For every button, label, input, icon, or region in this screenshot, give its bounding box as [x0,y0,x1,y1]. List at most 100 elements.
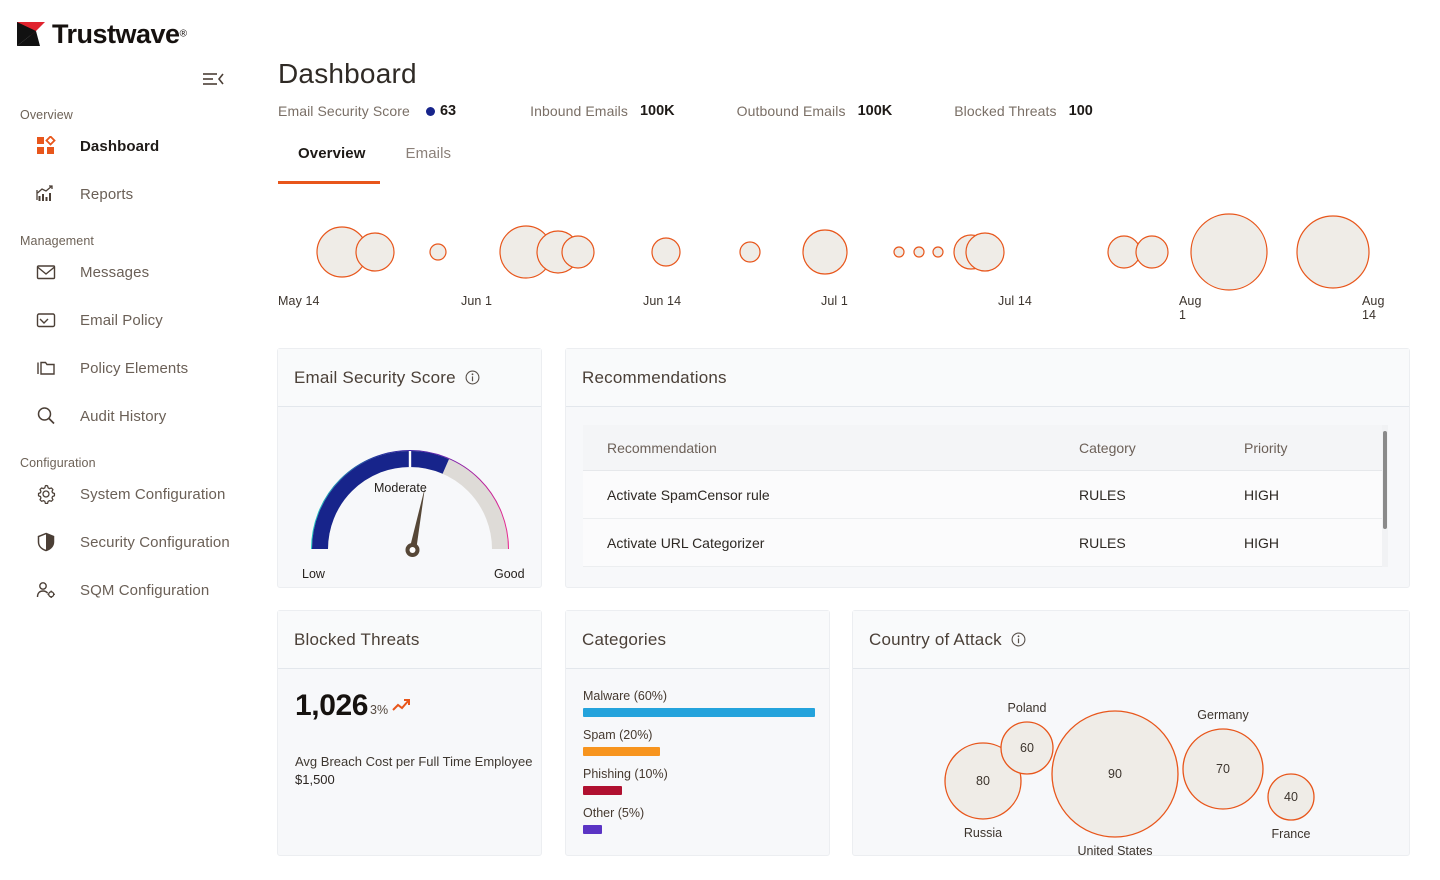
brand-name: Trustwave [52,19,180,49]
blocked-threats-count: 1,026 [295,689,368,723]
timeline-axis-label: Jun 1 [461,294,492,308]
card-header: Email Security Score [278,349,541,407]
kpi-label: Blocked Threats [954,103,1056,119]
column-header-recommendation: Recommendation [583,440,1079,456]
category-bar[interactable] [583,747,660,756]
category-label: Spam (20%) [583,728,815,742]
country-bubble-label: United States [1077,844,1152,855]
country-of-attack-card: Country of Attack 80Russia60Poland90Unit… [852,610,1410,856]
table-row[interactable]: Activate SpamCensor rule RULES HIGH [583,471,1388,519]
folder-icon [34,356,58,380]
card-title: Email Security Score [294,368,456,388]
gear-icon [34,482,58,506]
recommendations-table: Recommendation Category Priority Activat… [583,425,1388,567]
info-icon[interactable] [1011,632,1026,647]
email-security-score-card: Email Security Score [277,348,542,588]
blocked-threats-sub-value: $1,500 [295,772,335,787]
table-row[interactable]: Activate URL Categorizer RULES HIGH [583,519,1388,567]
kpi-email-security-score[interactable]: Email Security Score 63 [278,103,456,119]
page-title: Dashboard [278,58,417,90]
sidebar-item-sqm-configuration[interactable]: SQM Configuration [0,570,270,610]
sidebar-item-label: Security Configuration [80,534,230,551]
column-header-category: Category [1079,440,1244,456]
timeline-axis-label: Jul 14 [998,294,1032,308]
sidebar-item-policy-elements[interactable]: Policy Elements [0,348,270,388]
security-score-gauge [295,429,525,564]
sidebar-item-label: Dashboard [80,138,159,155]
timeline-bubble[interactable] [1191,214,1267,290]
category-label: Malware (60%) [583,689,815,703]
timeline-axis-label: Jun 14 [643,294,681,308]
category-bar[interactable] [583,825,602,834]
nav-group-configuration-label: Configuration [20,456,96,470]
cell-category: RULES [1079,487,1244,503]
timeline-bubble[interactable] [894,247,904,257]
country-bubble-value: 60 [1020,741,1034,755]
sidebar-item-audit-history[interactable]: Audit History [0,396,270,436]
categories-card: Categories Malware (60%) Spam (20%) Phishi… [565,610,830,856]
kpi-value: 100 [1069,103,1093,119]
blocked-threats-delta: 3% [370,703,388,717]
blocked-threats-subtitle: Avg Breach Cost per Full Time Employee [295,752,532,772]
sidebar-item-security-configuration[interactable]: Security Configuration [0,522,270,562]
info-icon[interactable] [465,370,480,385]
user-gear-icon [34,578,58,602]
search-icon [34,404,58,428]
brand-logo[interactable]: Trustwave® [16,20,187,48]
timeline-bubble[interactable] [1136,236,1168,268]
country-bubble-value: 70 [1216,762,1230,776]
table-scrollbar[interactable] [1382,425,1388,567]
timeline-axis-label: May 14 [278,294,320,308]
timeline-bubble[interactable] [356,233,394,271]
timeline-axis-label: Aug 14 [1362,294,1385,322]
kpi-inbound-emails[interactable]: Inbound Emails 100K [530,103,675,119]
category-bar[interactable] [583,708,815,717]
sidebar-item-system-configuration[interactable]: System Configuration [0,474,270,514]
tab-bar: Overview Emails [278,145,471,176]
timeline-bubble[interactable] [652,238,680,266]
kpi-blocked-threats[interactable]: Blocked Threats 100 [954,103,1093,119]
timeline-axis-label: Jul 1 [821,294,848,308]
cell-recommendation: Activate URL Categorizer [583,535,1079,551]
tab-emails[interactable]: Emails [386,145,472,176]
country-bubble-value: 40 [1284,790,1298,804]
column-header-priority: Priority [1244,440,1384,456]
timeline-bubble[interactable] [1297,216,1369,288]
card-title: Recommendations [582,368,727,388]
timeline-bubble[interactable] [1108,236,1140,268]
trend-up-icon [392,697,412,718]
cell-recommendation: Activate SpamCensor rule [583,487,1079,503]
tab-overview[interactable]: Overview [278,145,386,176]
gauge-low-label: Low [302,567,325,581]
card-title: Categories [582,630,666,650]
timeline-bubble[interactable] [914,247,924,257]
gauge-moderate-label: Moderate [374,481,427,495]
kpi-label: Inbound Emails [530,103,628,119]
timeline-bubble[interactable] [430,244,446,260]
timeline-bubble[interactable] [562,236,594,268]
kpi-summary-row: Email Security Score 63 Inbound Emails 1… [278,103,1093,119]
country-bubble-label: Germany [1197,708,1249,722]
kpi-outbound-emails[interactable]: Outbound Emails 100K [737,103,893,119]
kpi-value: 100K [858,103,893,119]
card-header: Blocked Threats [278,611,541,669]
timeline-bubble[interactable] [933,247,943,257]
category-bar[interactable] [583,786,622,795]
category-label: Phishing (10%) [583,767,815,781]
cell-priority: HIGH [1244,487,1384,503]
dashboard-grid-icon [34,134,58,158]
timeline-bubble[interactable] [740,242,760,262]
country-bubble-value: 80 [976,774,990,788]
timeline-bubble[interactable] [803,230,847,274]
menu-collapse-icon[interactable] [202,70,224,88]
timeline-bubbles [0,200,1440,320]
kpi-label: Outbound Emails [737,103,846,119]
brand-registered-mark: ® [180,29,187,40]
sidebar-item-dashboard[interactable]: Dashboard [0,126,270,166]
kpi-value: 100K [640,103,675,119]
timeline-bubble[interactable] [966,233,1004,271]
country-bubble-value: 90 [1108,767,1122,781]
category-label: Other (5%) [583,806,815,820]
table-scrollbar-thumb[interactable] [1383,431,1387,529]
timeline-axis-label: Aug 1 [1179,294,1202,322]
